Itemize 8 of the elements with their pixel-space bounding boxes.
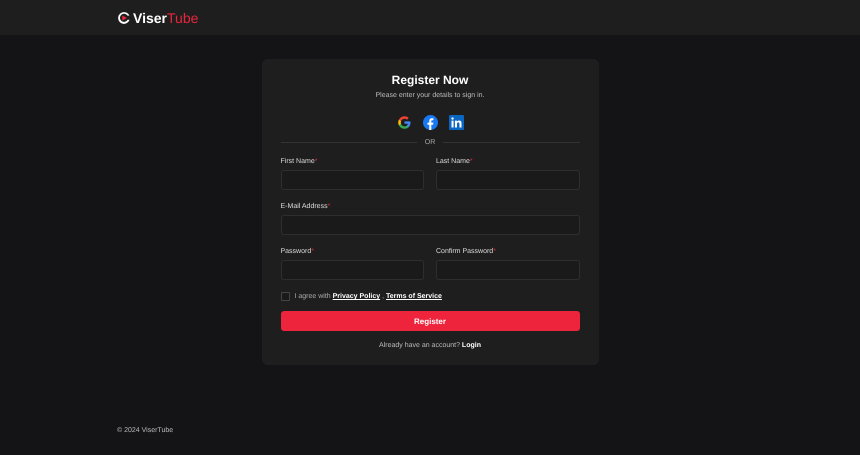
facebook-icon[interactable]: [422, 115, 438, 130]
agree-checkbox[interactable]: [280, 292, 290, 301]
logo-text: ViserTube: [133, 10, 198, 26]
play-logo-icon: [117, 10, 131, 24]
google-icon[interactable]: [396, 115, 412, 130]
form-title: Register Now: [390, 73, 470, 87]
register-button[interactable]: Register: [280, 311, 580, 331]
linkedin-icon[interactable]: [448, 115, 464, 130]
